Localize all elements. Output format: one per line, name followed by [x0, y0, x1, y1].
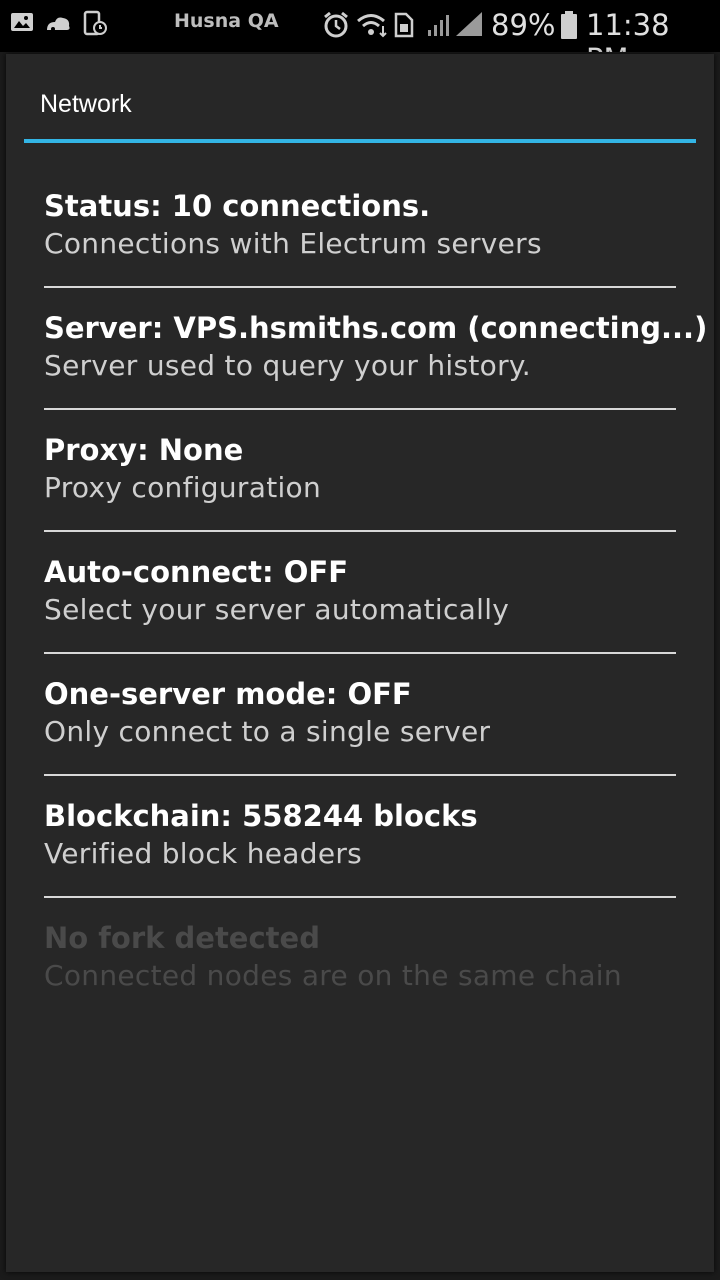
- pref-status[interactable]: Status: 10 connections. Connections with…: [44, 166, 676, 288]
- pref-blockchain[interactable]: Blockchain: 558244 blocks Verified block…: [44, 776, 676, 898]
- preference-list: Status: 10 connections. Connections with…: [44, 166, 708, 1020]
- pref-summary: Only connect to a single server: [44, 715, 491, 748]
- alarm-icon: [322, 11, 350, 44]
- pref-one-server-mode[interactable]: One-server mode: OFF Only connect to a s…: [44, 654, 676, 776]
- pref-summary: Proxy configuration: [44, 471, 322, 504]
- gallery-icon: [10, 10, 34, 39]
- pref-title: Blockchain: 558244 blocks: [44, 799, 478, 833]
- pref-summary: Connected nodes are on the same chain: [44, 959, 622, 992]
- pref-title: Auto-connect: OFF: [44, 555, 349, 589]
- signal-icon: [426, 12, 484, 43]
- pref-summary: Connections with Electrum servers: [44, 227, 542, 260]
- battery-icon: [560, 10, 578, 45]
- battery-percent: 89%: [491, 8, 556, 42]
- pref-summary: Server used to query your history.: [44, 349, 531, 382]
- weather-icon: [44, 10, 72, 39]
- network-dialog: Network Status: 10 connections. Connecti…: [6, 54, 714, 1272]
- pref-proxy[interactable]: Proxy: None Proxy configuration: [44, 410, 676, 532]
- pref-summary: Select your server automatically: [44, 593, 510, 626]
- pref-auto-connect[interactable]: Auto-connect: OFF Select your server aut…: [44, 532, 676, 654]
- dialog-title: Network: [40, 90, 132, 118]
- pref-title: One-server mode: OFF: [44, 677, 412, 711]
- device-icon: [82, 10, 108, 41]
- pref-title: Proxy: None: [44, 433, 244, 467]
- carrier-label: Husna QA: [174, 10, 279, 32]
- pref-fork-status: No fork detected Connected nodes are on …: [44, 898, 676, 1020]
- pref-server[interactable]: Server: VPS.hsmiths.com (connecting...) …: [44, 288, 708, 410]
- pref-title: Status: 10 connections.: [44, 189, 431, 223]
- sim-icon: [392, 12, 414, 43]
- pref-title: Server: VPS.hsmiths.com (connecting...): [44, 311, 708, 345]
- pref-summary: Verified block headers: [44, 837, 363, 870]
- status-bar: Husna QA 89% 11:38 PM: [0, 0, 720, 76]
- title-divider: [24, 139, 696, 143]
- wifi-icon: [356, 12, 390, 43]
- pref-title: No fork detected: [44, 921, 320, 955]
